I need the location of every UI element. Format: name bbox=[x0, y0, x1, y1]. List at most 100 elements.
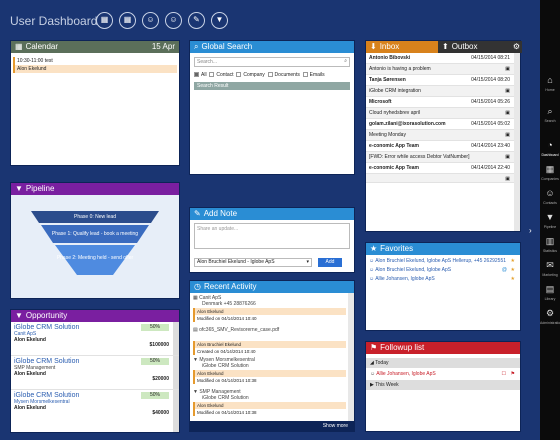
note-panel: ✎ Add Note Share an update... Alon Bruchi… bbox=[189, 207, 355, 273]
filter-label: Company bbox=[243, 72, 265, 78]
note-textarea[interactable]: Share an update... bbox=[194, 223, 350, 249]
save-icon[interactable]: ▣ bbox=[505, 66, 510, 72]
company-button[interactable]: ▦ bbox=[96, 12, 113, 29]
activity-when: Modified on 04/14/2014 10:40 bbox=[193, 315, 346, 322]
checkbox-icon[interactable] bbox=[209, 72, 215, 78]
favorite-label: Alon Bruchiel Ekelund, Iglobe ApS bbox=[375, 267, 452, 273]
edit-button[interactable]: ✎ bbox=[188, 12, 205, 29]
activity-name-row: ▤ ofc365_SMV_Revisorerne_case.pdf bbox=[193, 327, 346, 333]
checkbox-icon[interactable]: ☐ bbox=[502, 368, 506, 380]
funnel-icon: ▼ bbox=[15, 184, 23, 193]
activity-item[interactable]: ▤ ofc365_SMV_Revisorerne_case.pdf Alon B… bbox=[190, 325, 354, 355]
note-select[interactable]: Alon Bruchiel Ekelund - Iglobe ApS ▾ bbox=[194, 258, 312, 267]
filter-emails[interactable]: Emails bbox=[302, 72, 325, 78]
favorite-item[interactable]: ☺ Allie Johansen, Iglobe ApS ★ bbox=[369, 276, 517, 285]
inbox-scrollbar[interactable] bbox=[514, 53, 520, 231]
inbox-from: Antonio Bibovski bbox=[369, 55, 411, 61]
filter-all[interactable]: All bbox=[194, 72, 207, 78]
tab-outbox[interactable]: ⬆ Outbox ⚙ bbox=[438, 41, 522, 53]
star-icon[interactable]: ★ bbox=[511, 258, 515, 264]
activity-item[interactable]: ▼ SMP Management iGlobe CRM Solution Alo… bbox=[190, 387, 354, 419]
checkbox-icon[interactable] bbox=[267, 72, 273, 78]
search-icon[interactable]: ⌕ bbox=[540, 106, 560, 117]
activity-when: Modified on 04/14/2014 10:38 bbox=[193, 377, 346, 384]
filter-documents[interactable]: Documents bbox=[267, 72, 300, 78]
checkbox-icon[interactable] bbox=[236, 72, 242, 78]
search-panel: ⌕ Global Search Search... ⌕ All Contact C… bbox=[189, 40, 355, 175]
calendar-header: ▦ Calendar 15 Apr bbox=[11, 41, 179, 53]
add-contact-button[interactable]: ☺ bbox=[165, 12, 182, 29]
star-icon[interactable]: ★ bbox=[511, 276, 515, 282]
activity-item[interactable]: ▼ Mysen Morsmelkesentral iGlobe CRM Solu… bbox=[190, 355, 354, 387]
show-more-button[interactable]: Show more bbox=[190, 421, 354, 431]
pipeline-stage-2[interactable]: Phase 2: Meeting held - send offer bbox=[11, 255, 179, 261]
opportunity-item[interactable]: iGlobe CRM Solution SMP Management Alon … bbox=[11, 356, 179, 390]
save-icon[interactable]: ▣ bbox=[505, 132, 510, 138]
checkbox-icon[interactable] bbox=[194, 72, 199, 78]
checkbox-icon[interactable] bbox=[302, 72, 308, 78]
inbox-item[interactable]: e-conomic App Team 04/14/2014 22:40 ▣ bbox=[366, 163, 520, 183]
activity-user: Alon Ekelund bbox=[193, 370, 346, 377]
followup-title: Followup list bbox=[380, 343, 425, 352]
companies-icon[interactable]: ▦ bbox=[540, 164, 560, 175]
add-note-button[interactable]: Add bbox=[318, 258, 342, 267]
add-company-button[interactable]: ▦ bbox=[119, 12, 136, 29]
inbox-item[interactable]: golam.zilani@ixorasolution.com 04/15/2014… bbox=[366, 119, 520, 141]
inbox-item[interactable]: Microsoft 04/15/2014 05:26 Cloud nyhedsbr… bbox=[366, 97, 520, 119]
marketing-icon[interactable]: ✉ bbox=[540, 260, 560, 271]
favorites-list: ☺ Alon Bruchiel Ekelund, Iglobe ApS Hell… bbox=[366, 255, 520, 288]
filter-contact[interactable]: Contact bbox=[209, 72, 234, 78]
save-icon[interactable]: ▣ bbox=[505, 154, 510, 160]
expand-rail-icon[interactable]: › bbox=[529, 226, 532, 235]
followup-week-group[interactable]: ▶ This Week bbox=[366, 380, 520, 390]
inbox-subject: Cloud nyhedsbrev april bbox=[369, 110, 421, 116]
home-icon[interactable]: ⌂ bbox=[540, 75, 560, 85]
pipeline-funnel[interactable] bbox=[11, 199, 179, 289]
activity-item[interactable]: ▦ Canit ApS Denmark +45 28876266 Alon Ek… bbox=[190, 293, 354, 325]
tab-inbox[interactable]: ⬇ Inbox bbox=[366, 41, 438, 53]
email-icon[interactable]: @ bbox=[502, 267, 507, 273]
pipeline-stage-1[interactable]: Phase 1: Qualify lead - book a meeting bbox=[11, 231, 179, 237]
opportunity-item[interactable]: iGlobe CRM Solution Canit ApS Alon Ekelu… bbox=[11, 322, 179, 356]
search-input[interactable]: Search... ⌕ bbox=[194, 57, 350, 67]
favorite-item[interactable]: ☺ Alon Bruchiel Ekelund, Iglobe ApS Hell… bbox=[369, 258, 517, 267]
inbox-from: e-conomic App Team bbox=[369, 165, 420, 171]
calendar-title: Calendar bbox=[25, 42, 59, 51]
settings-icon[interactable]: ⚙ bbox=[513, 41, 520, 53]
calendar-event[interactable]: 10:30-11:00 test Alon Ekelund bbox=[13, 57, 177, 73]
filter-button[interactable]: ▼ bbox=[211, 12, 228, 29]
contact-button[interactable]: ☺ bbox=[142, 12, 159, 29]
search-go-icon[interactable]: ⌕ bbox=[344, 58, 347, 64]
opportunity-item[interactable]: iGlobe CRM Solution Mysen Morsmelkesentr… bbox=[11, 390, 179, 424]
inbox-item[interactable]: e-conomic App Team 04/14/2014 23:40 [FWD:… bbox=[366, 141, 520, 163]
followup-header: ⚑ Followup list bbox=[366, 342, 520, 354]
rail-pipeline-label: Pipeline bbox=[543, 225, 557, 229]
rail-statistics-label: Statistics bbox=[542, 249, 557, 253]
save-icon[interactable]: ▣ bbox=[505, 176, 510, 182]
calendar-date: 15 Apr bbox=[151, 42, 175, 51]
save-icon[interactable]: ▣ bbox=[505, 88, 510, 94]
inbox-item[interactable]: Antonio Bibovski 04/15/2014 08:21 Antonio… bbox=[366, 53, 520, 75]
save-icon[interactable]: ▣ bbox=[505, 110, 510, 116]
opportunity-title: Opportunity bbox=[25, 311, 68, 320]
filter-company[interactable]: Company bbox=[236, 72, 265, 78]
inbox-item[interactable]: Tanja Sørensen 04/15/2014 08:20 iGlobe CR… bbox=[366, 75, 520, 97]
pipeline-stage-0[interactable]: Phase 0: New lead bbox=[11, 214, 179, 220]
administration-icon[interactable]: ⚙ bbox=[540, 308, 560, 319]
opportunity-amount: $40000 bbox=[152, 410, 169, 416]
statistics-icon[interactable]: ▥ bbox=[540, 236, 560, 247]
dashboard-icon[interactable]: ◔ bbox=[540, 140, 560, 150]
followup-today-group[interactable]: ◢ Today bbox=[366, 358, 520, 368]
contacts-icon[interactable]: ☺ bbox=[540, 188, 560, 198]
library-icon[interactable]: ▤ bbox=[540, 284, 560, 295]
opportunity-progress: 50% bbox=[141, 358, 169, 365]
star-icon[interactable]: ★ bbox=[511, 267, 515, 273]
pipeline-header: ▼ Pipeline bbox=[11, 183, 179, 195]
activity-sub: Denmark +45 28876266 bbox=[202, 301, 256, 307]
followup-item[interactable]: ☺ Allie Johansen, Iglobe ApS ☐ ⚑ bbox=[366, 368, 520, 380]
activity-when: Created on 04/14/2014 10:40 bbox=[193, 348, 346, 355]
favorite-item[interactable]: ☺ Alon Bruchiel Ekelund, Iglobe ApS @ ★ bbox=[369, 267, 517, 276]
activity-sub: iGlobe CRM Solution bbox=[202, 363, 249, 369]
pipeline-icon[interactable]: ▼ bbox=[540, 212, 560, 222]
flag-icon[interactable]: ⚑ bbox=[511, 368, 515, 380]
